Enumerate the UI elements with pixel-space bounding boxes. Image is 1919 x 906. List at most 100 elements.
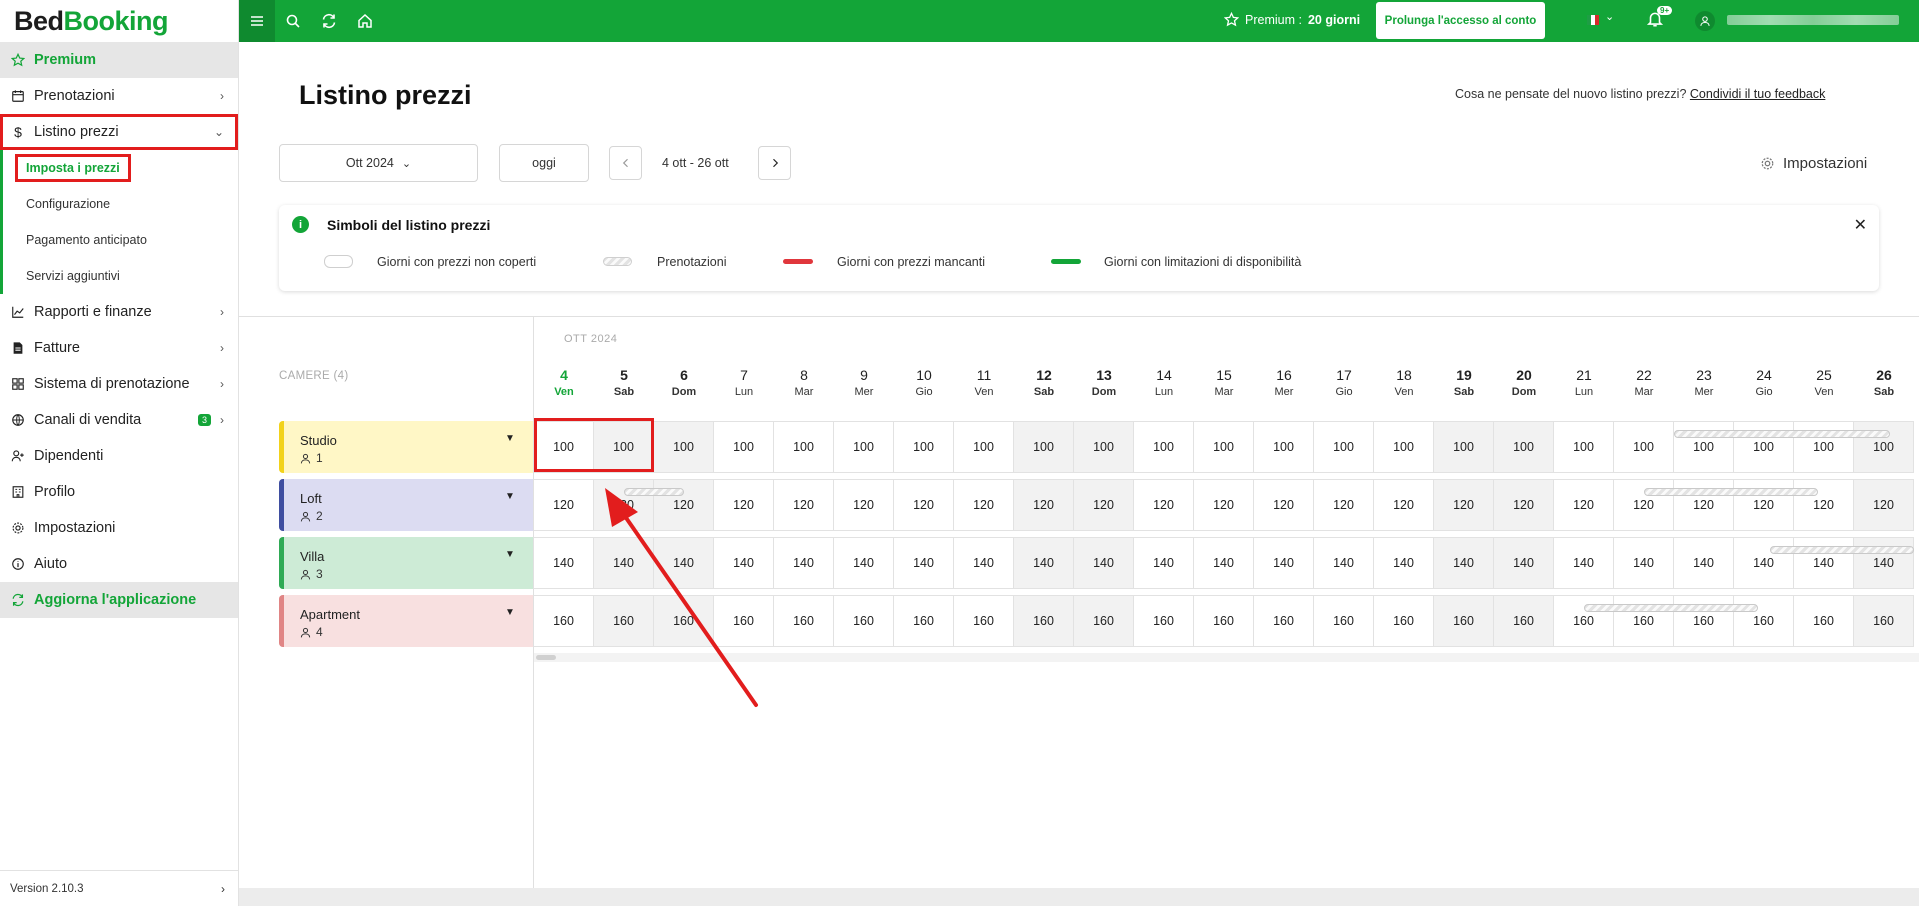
price-cell[interactable]: 140	[954, 537, 1014, 589]
price-cell[interactable]: 140	[1674, 537, 1734, 589]
chevron-down-icon[interactable]: ⌄	[1605, 10, 1614, 23]
month-select[interactable]: Ott 2024 ⌄	[279, 144, 478, 182]
price-cell[interactable]: 160	[1194, 595, 1254, 647]
price-cell[interactable]: 160	[714, 595, 774, 647]
price-cell[interactable]: 100	[1314, 421, 1374, 473]
caret-down-icon[interactable]: ▼	[505, 607, 515, 618]
submenu-item-imposta-prezzi[interactable]: Imposta i prezzi	[3, 150, 238, 186]
price-cell[interactable]: 160	[954, 595, 1014, 647]
price-cell[interactable]: 160	[1854, 595, 1914, 647]
price-cell[interactable]: 120	[1494, 479, 1554, 531]
price-cell[interactable]: 120	[534, 479, 594, 531]
scrollbar-thumb[interactable]	[536, 655, 556, 660]
price-cell[interactable]: 140	[1074, 537, 1134, 589]
room-row-header[interactable]: Studio 1 ▼	[279, 421, 533, 473]
booking-bar[interactable]	[1644, 488, 1818, 496]
price-cell[interactable]: 140	[654, 537, 714, 589]
price-cell[interactable]: 160	[594, 595, 654, 647]
price-cell[interactable]: 140	[534, 537, 594, 589]
price-cell[interactable]: 120	[1674, 479, 1734, 531]
price-cell[interactable]: 100	[654, 421, 714, 473]
price-cell[interactable]: 120	[1434, 479, 1494, 531]
price-cell[interactable]: 160	[1314, 595, 1374, 647]
sidebar-item-aiuto[interactable]: Aiuto	[0, 546, 238, 582]
price-cell[interactable]: 140	[714, 537, 774, 589]
room-row-header[interactable]: Villa 3 ▼	[279, 537, 533, 589]
price-cell[interactable]: 160	[1614, 595, 1674, 647]
feedback-link[interactable]: Condividi il tuo feedback	[1690, 87, 1826, 101]
price-cell[interactable]: 140	[1854, 537, 1914, 589]
price-cell[interactable]: 120	[1734, 479, 1794, 531]
price-cell[interactable]: 140	[1794, 537, 1854, 589]
price-cell[interactable]: 100	[1434, 421, 1494, 473]
price-cell[interactable]: 120	[594, 479, 654, 531]
booking-bar[interactable]	[1584, 604, 1758, 612]
price-cell[interactable]: 140	[1554, 537, 1614, 589]
price-cell[interactable]: 160	[1494, 595, 1554, 647]
price-cell[interactable]: 160	[834, 595, 894, 647]
submenu-item-servizi-aggiuntivi[interactable]: Servizi aggiuntivi	[3, 258, 238, 294]
price-cell[interactable]: 160	[1014, 595, 1074, 647]
price-cell[interactable]: 100	[714, 421, 774, 473]
price-cell[interactable]: 100	[1794, 421, 1854, 473]
price-cell[interactable]: 160	[1374, 595, 1434, 647]
price-cell[interactable]: 100	[894, 421, 954, 473]
price-cell[interactable]: 120	[1614, 479, 1674, 531]
price-cell[interactable]: 120	[1254, 479, 1314, 531]
price-cell[interactable]: 120	[1794, 479, 1854, 531]
price-cell[interactable]: 160	[1434, 595, 1494, 647]
room-row-header[interactable]: Loft 2 ▼	[279, 479, 533, 531]
price-cell[interactable]: 120	[1374, 479, 1434, 531]
prev-period-button[interactable]	[609, 146, 642, 180]
submenu-item-pagamento-anticipato[interactable]: Pagamento anticipato	[3, 222, 238, 258]
price-cell[interactable]: 120	[1074, 479, 1134, 531]
price-cell[interactable]: 100	[1134, 421, 1194, 473]
price-cell[interactable]: 140	[1134, 537, 1194, 589]
price-cell[interactable]: 140	[894, 537, 954, 589]
sidebar-item-canali-vendita[interactable]: Canali di vendita 3 ›	[0, 402, 238, 438]
booking-bar[interactable]	[1674, 430, 1890, 438]
price-cell[interactable]: 140	[1734, 537, 1794, 589]
price-cell[interactable]: 160	[774, 595, 834, 647]
extend-access-button[interactable]: Prolunga l'accesso al conto	[1376, 2, 1545, 39]
next-period-button[interactable]	[758, 146, 791, 180]
price-cell[interactable]: 120	[1194, 479, 1254, 531]
price-cell[interactable]: 160	[1674, 595, 1734, 647]
price-cell[interactable]: 120	[1854, 479, 1914, 531]
price-cell[interactable]: 160	[654, 595, 714, 647]
booking-bar[interactable]	[624, 488, 684, 496]
version-footer[interactable]: Version 2.10.3 ›	[0, 870, 239, 906]
menu-toggle-button[interactable]	[239, 0, 275, 42]
price-cell[interactable]: 160	[1734, 595, 1794, 647]
price-cell[interactable]: 140	[1014, 537, 1074, 589]
horizontal-scrollbar[interactable]	[534, 653, 1919, 662]
price-cell[interactable]: 100	[834, 421, 894, 473]
price-cell[interactable]: 100	[1374, 421, 1434, 473]
price-cell[interactable]: 160	[1554, 595, 1614, 647]
logo[interactable]: BedBooking	[0, 0, 238, 42]
sidebar-item-premium[interactable]: Premium	[0, 42, 238, 78]
price-cell[interactable]: 120	[654, 479, 714, 531]
price-cell[interactable]: 140	[1194, 537, 1254, 589]
price-cell[interactable]: 160	[1794, 595, 1854, 647]
search-button[interactable]	[275, 0, 311, 42]
sidebar-item-sistema-prenotazione[interactable]: Sistema di prenotazione ›	[0, 366, 238, 402]
price-cell[interactable]: 140	[594, 537, 654, 589]
price-cell[interactable]: 100	[1854, 421, 1914, 473]
sidebar-item-profilo[interactable]: Profilo	[0, 474, 238, 510]
sidebar-item-dipendenti[interactable]: Dipendenti	[0, 438, 238, 474]
price-cell[interactable]: 120	[774, 479, 834, 531]
italy-flag-icon[interactable]	[1587, 15, 1599, 25]
price-cell[interactable]: 120	[1014, 479, 1074, 531]
price-cell[interactable]: 140	[774, 537, 834, 589]
price-cell[interactable]: 160	[894, 595, 954, 647]
price-cell[interactable]: 140	[1254, 537, 1314, 589]
user-name-blurred[interactable]	[1727, 15, 1899, 25]
price-cell[interactable]: 120	[714, 479, 774, 531]
user-avatar-icon[interactable]	[1695, 11, 1715, 31]
price-cell[interactable]: 100	[1194, 421, 1254, 473]
sidebar-item-prenotazioni[interactable]: Prenotazioni ›	[0, 78, 238, 114]
price-cell[interactable]: 160	[1074, 595, 1134, 647]
price-cell[interactable]: 100	[1014, 421, 1074, 473]
submenu-item-configurazione[interactable]: Configurazione	[3, 186, 238, 222]
